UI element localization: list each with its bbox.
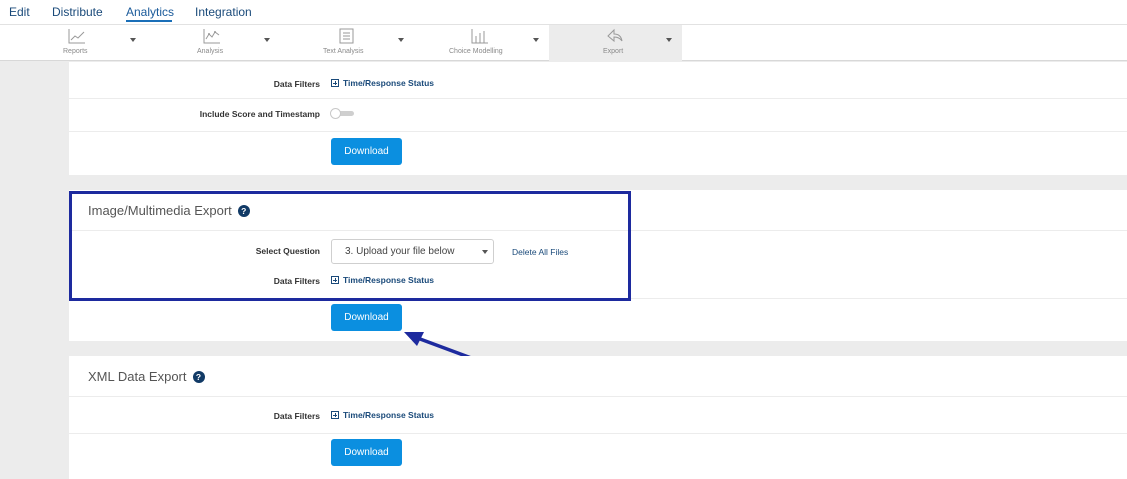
data-filters-label: Data Filters (273, 411, 320, 421)
tool-analysis[interactable]: Analysis (180, 25, 280, 61)
line-chart-icon (68, 29, 85, 44)
data-filters-link[interactable]: Time/Response Status (331, 78, 434, 88)
top-nav: Edit Distribute Analytics Integration (0, 0, 1127, 25)
divider (69, 98, 1127, 99)
tool-text-analysis[interactable]: Text Analysis (318, 25, 418, 61)
tool-text-analysis-label: Text Analysis (323, 48, 364, 55)
choice-modelling-icon (471, 29, 488, 44)
section-title-text: XML Data Export (88, 369, 187, 384)
xml-export-title: XML Data Export ? (88, 369, 205, 384)
score-timestamp-label: Include Score and Timestamp (199, 109, 320, 119)
chevron-down-icon[interactable] (398, 38, 404, 42)
text-analysis-icon (339, 28, 354, 44)
export-icon (607, 28, 623, 43)
download-button[interactable]: Download (331, 439, 402, 466)
tool-choice-modelling[interactable]: Choice Modelling (447, 25, 547, 61)
tool-analysis-label: Analysis (197, 48, 224, 55)
chevron-down-icon[interactable] (130, 38, 136, 42)
data-filters-link-text: Time/Response Status (343, 410, 435, 420)
divider (69, 433, 1127, 434)
nav-distribute[interactable]: Distribute (52, 5, 103, 19)
analysis-chart-icon (203, 29, 220, 44)
tool-export[interactable]: Export (549, 25, 682, 61)
highlight-box (69, 191, 631, 301)
score-timestamp-toggle[interactable] (330, 108, 354, 119)
data-filters-link[interactable]: Time/Response Status (331, 410, 434, 420)
toggle-knob (330, 108, 341, 119)
tool-export-label: Export (603, 48, 624, 55)
chevron-down-icon[interactable] (533, 38, 539, 42)
tool-reports-label: Reports (63, 48, 88, 55)
tool-choice-modelling-label: Choice Modelling (449, 48, 503, 55)
download-button[interactable]: Download (331, 304, 402, 331)
expand-plus-icon (331, 79, 339, 87)
help-icon[interactable]: ? (192, 370, 205, 383)
toolbar: Reports Analysis Text Analysis Choice Mo… (0, 25, 1127, 61)
divider (69, 131, 1127, 132)
chevron-down-icon[interactable] (264, 38, 270, 42)
data-filters-label: Data Filters (273, 79, 320, 89)
tool-reports[interactable]: Reports (45, 25, 145, 61)
download-button[interactable]: Download (331, 138, 402, 165)
expand-plus-icon (331, 411, 339, 419)
nav-analytics[interactable]: Analytics (126, 5, 174, 19)
divider (69, 396, 1127, 397)
nav-integration[interactable]: Integration (195, 5, 252, 19)
nav-edit[interactable]: Edit (9, 5, 30, 19)
nav-active-indicator (126, 20, 172, 22)
xml-data-export-panel (69, 356, 1127, 479)
data-filters-link-text: Time/Response Status (343, 78, 435, 88)
chevron-down-icon[interactable] (666, 38, 672, 42)
